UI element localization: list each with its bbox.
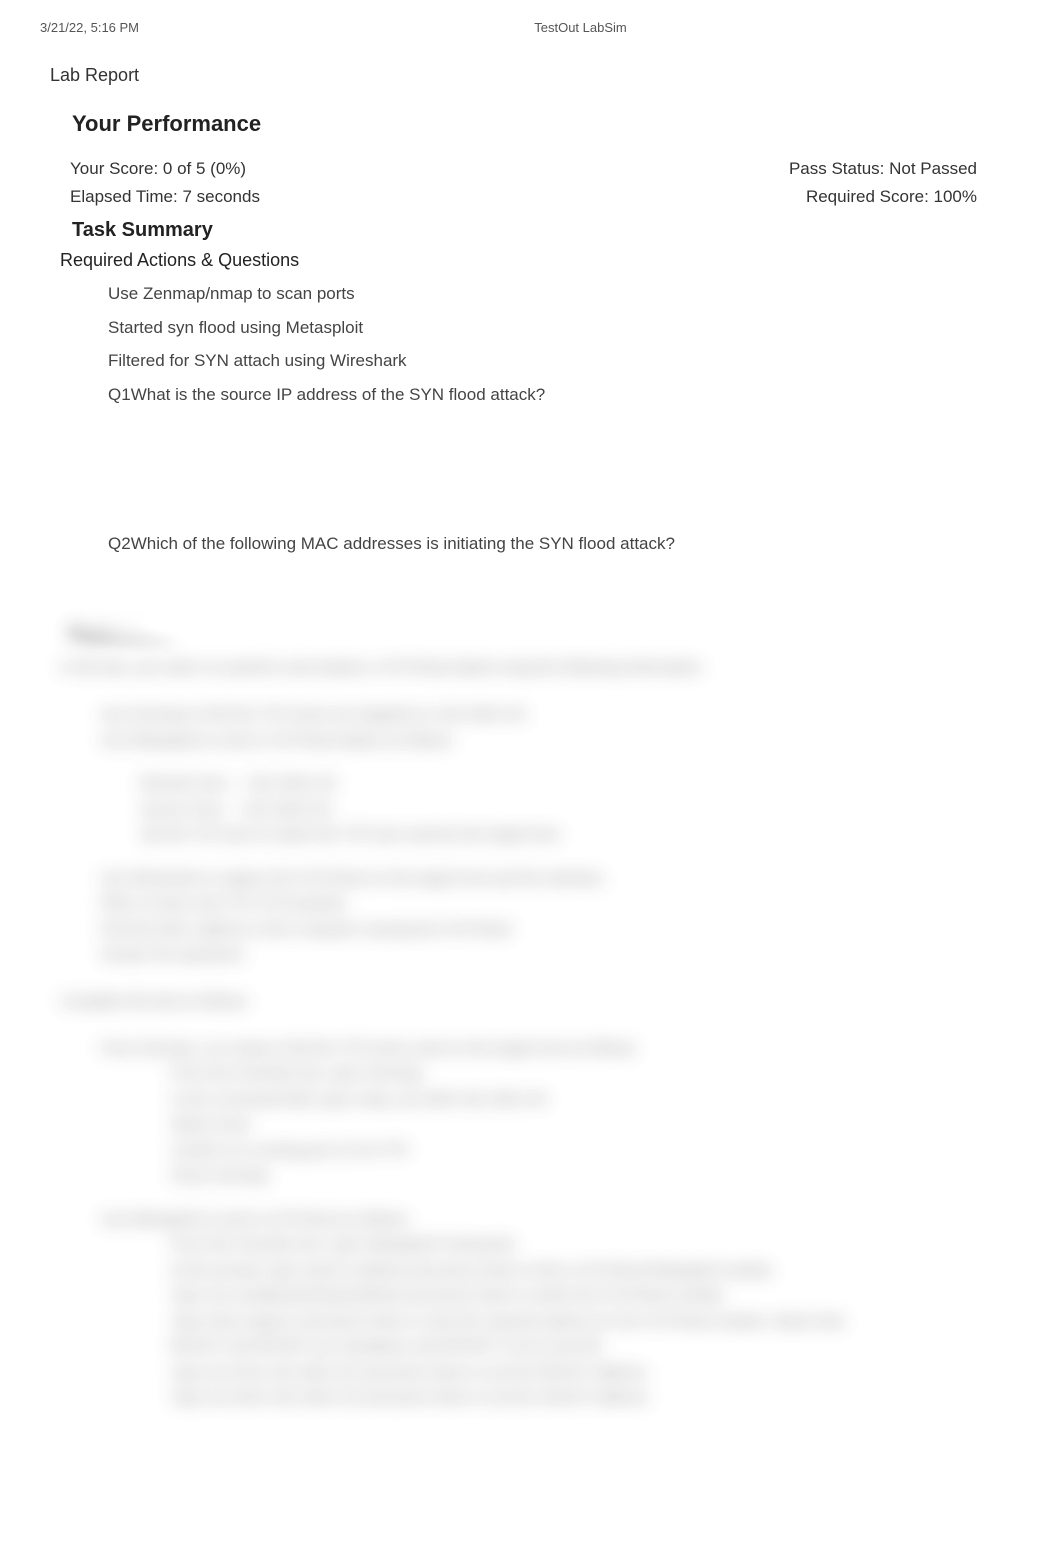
pass-status: Pass Status: Not Passed	[789, 159, 977, 179]
question-text: Which of the following MAC addresses is …	[131, 531, 1062, 557]
explanation-step: From the Favorites bar, open Metasploit …	[60, 1232, 880, 1258]
explanation-step: Type show options and press Enter to vie…	[60, 1309, 880, 1360]
action-item: Use Zenmap/nmap to scan ports	[108, 277, 1062, 311]
app-title: TestOut LabSim	[139, 20, 1022, 35]
blurred-explanation-region: Explanation In this lab, your task is to…	[60, 605, 880, 1305]
question-text: What is the source IP address of the SYN…	[131, 382, 1062, 408]
explanation-step-head: From Zenmap, run nmap to find the TCP po…	[60, 1036, 880, 1062]
explanation-step: Select Scan.	[60, 1112, 880, 1138]
explanation-intro: In this lab, your task is to perform and…	[60, 652, 880, 684]
explanation-param: Remote host — 192.168.0.45	[60, 771, 880, 797]
explanation-complete: Complete this lab as follows:	[60, 986, 880, 1018]
explanation-step-head: Use Metasploit to send a SYN flood as fo…	[60, 1207, 880, 1233]
explanation-heading: Explanation	[60, 605, 880, 652]
explanation-step: Type set shost 192.168.0.33 and press En…	[60, 1385, 880, 1411]
performance-heading: Your Performance	[0, 86, 1062, 137]
explanation-step: From the Favorites bar, open Zenmap.	[60, 1061, 880, 1087]
elapsed-time: Elapsed Time: 7 seconds	[70, 187, 260, 207]
explanation-bullet: Use Zenmap to find the TCP ports are tar…	[60, 702, 880, 728]
explanation-param: Source host — 192.168.0.33	[60, 797, 880, 823]
question-label: Q2	[108, 531, 131, 557]
explanation-bullet: Use Metasploit to send a SYN flood attac…	[60, 728, 880, 754]
explanation-step: In the Command field, type nmap -p0-1000…	[60, 1087, 880, 1113]
required-actions-heading: Required Actions & Questions	[0, 242, 1062, 271]
action-item: Filtered for SYN attach using Wireshark	[108, 344, 1062, 378]
required-score: Required Score: 100%	[806, 187, 977, 207]
explanation-bullet: Answer the questions.	[60, 942, 880, 968]
explanation-step: At the prompt, type search synflood and …	[60, 1258, 880, 1284]
explanation-bullet: Find the MAC address of the computer cau…	[60, 917, 880, 943]
action-item: Started syn flood using Metasploit	[108, 311, 1062, 345]
explanation-bullet: Filter to show only TCP SYN packets.	[60, 891, 880, 917]
explanation-step: Confirm it is running port 21 for FTP.	[60, 1138, 880, 1164]
explanation-param: Set the TCP port to match the TCP port u…	[60, 822, 880, 848]
explanation-step: Type set rhost 192.168.0.45 and press En…	[60, 1360, 880, 1386]
explanation-bullet: Use Wireshark to capture the SYN flood o…	[60, 866, 880, 892]
report-title: Lab Report	[0, 35, 1062, 86]
page-timestamp: 3/21/22, 5:16 PM	[40, 20, 139, 35]
explanation-step: Close Zenmap.	[60, 1163, 880, 1189]
question-label: Q1	[108, 382, 131, 408]
your-score: Your Score: 0 of 5 (0%)	[70, 159, 246, 179]
explanation-step: Type use auxiliary/dos/tcp/synflood and …	[60, 1283, 880, 1309]
task-summary-heading: Task Summary	[0, 207, 1062, 242]
